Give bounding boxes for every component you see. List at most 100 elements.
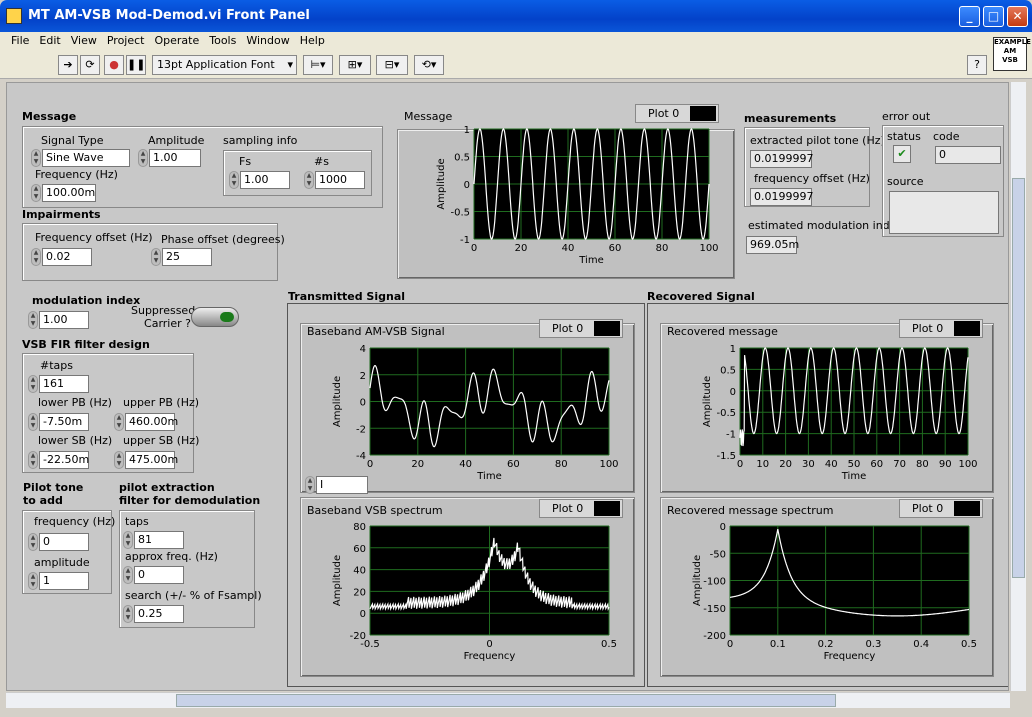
x-tick-label: 40	[562, 243, 575, 254]
menu-tools[interactable]: Tools	[204, 32, 241, 49]
y-tick-label: 0	[360, 609, 366, 620]
y-tick-label: 0	[464, 180, 470, 191]
horizontal-scrollbar[interactable]	[6, 692, 1010, 708]
y-tick-label: 1	[730, 344, 736, 355]
menu-file[interactable]: File	[6, 32, 34, 49]
x-tick-label: 10	[756, 459, 769, 470]
y-axis-label: Amplitude	[692, 555, 703, 606]
x-tick-label: 0	[737, 459, 743, 470]
front-panel: Message Signal Type ▲ ▼ Sine Wave Amplitu…	[6, 82, 1009, 691]
x-tick-label: 50	[848, 459, 861, 470]
run-arrow-icon[interactable]: ➔	[58, 55, 78, 75]
y-tick-label: 1	[464, 125, 470, 136]
menu-window[interactable]: Window	[241, 32, 294, 49]
x-tick-label: 70	[893, 459, 906, 470]
x-tick-label: 0	[486, 639, 492, 650]
chevron-down-icon: ▾	[287, 58, 293, 71]
maximize-button[interactable]: □	[983, 6, 1004, 27]
x-tick-label: 0	[727, 639, 733, 650]
y-axis-label: Amplitude	[332, 376, 343, 427]
y-tick-label: -1	[460, 235, 470, 246]
y-axis-label: Amplitude	[702, 376, 713, 427]
run-continuous-icon[interactable]: ⟳	[80, 55, 100, 75]
y-tick-label: -20	[350, 631, 366, 642]
y-tick-label: 0	[730, 387, 736, 398]
y-tick-label: -100	[703, 577, 726, 588]
x-tick-label: 60	[507, 459, 520, 470]
x-tick-label: 90	[939, 459, 952, 470]
x-tick-label: 100	[699, 243, 718, 254]
help-button[interactable]: ?	[967, 55, 987, 75]
x-tick-label: 0.4	[913, 639, 929, 650]
y-tick-label: -4	[356, 451, 366, 462]
pause-icon[interactable]: ❚❚	[126, 55, 146, 75]
y-tick-label: 0.5	[454, 153, 470, 164]
y-tick-label: 20	[353, 587, 366, 598]
y-tick-label: -50	[710, 549, 726, 560]
y-tick-label: -200	[703, 631, 726, 642]
y-tick-label: 0.5	[720, 365, 736, 376]
x-tick-label: 0.3	[865, 639, 881, 650]
menu-edit[interactable]: Edit	[34, 32, 65, 49]
title-bar: MT AM-VSB Mod-Demod.vi Front Panel _ □ ✕	[0, 0, 1032, 32]
resize-icon[interactable]: ⊟▾	[376, 55, 408, 75]
y-tick-label: 2	[360, 371, 366, 382]
x-tick-label: 20	[515, 243, 528, 254]
y-tick-label: 60	[353, 544, 366, 555]
y-tick-label: 4	[360, 344, 366, 355]
x-tick-label: 80	[555, 459, 568, 470]
y-axis-label: Amplitude	[436, 158, 447, 209]
menu-operate[interactable]: Operate	[149, 32, 204, 49]
window-title: MT AM-VSB Mod-Demod.vi Front Panel	[28, 8, 310, 23]
y-tick-label: 0	[720, 522, 726, 533]
y-tick-label: -2	[356, 424, 366, 435]
y-tick-label: 40	[353, 566, 366, 577]
vertical-scrollbar[interactable]	[1010, 82, 1026, 691]
toolbar: ➔ ⟳ ● ❚❚ 13pt Application Font ▾ ⊨▾ ⊞▾ ⊟▾…	[0, 37, 1032, 79]
x-tick-label: 60	[870, 459, 883, 470]
x-axis-label: Frequency	[464, 651, 516, 662]
y-tick-label: 80	[353, 522, 366, 533]
x-axis-label: Time	[476, 471, 501, 482]
x-tick-label: 0	[471, 243, 477, 254]
y-axis-label: Amplitude	[332, 555, 343, 606]
x-axis-label: Frequency	[824, 651, 876, 662]
x-tick-label: 80	[656, 243, 669, 254]
x-tick-label: 0.2	[818, 639, 834, 650]
x-tick-label: 30	[802, 459, 815, 470]
reorder-icon[interactable]: ⟲▾	[414, 55, 444, 75]
y-tick-label: -150	[703, 604, 726, 615]
x-tick-label: 20	[411, 459, 424, 470]
abort-icon[interactable]: ●	[104, 55, 124, 75]
menu-project[interactable]: Project	[102, 32, 150, 49]
y-tick-label: -0.5	[716, 408, 736, 419]
close-button[interactable]: ✕	[1007, 6, 1028, 27]
x-axis-label: Time	[841, 471, 866, 482]
x-tick-label: 80	[916, 459, 929, 470]
y-tick-label: -1	[726, 430, 736, 441]
font-select[interactable]: 13pt Application Font ▾	[152, 55, 297, 75]
vi-icon: EXAMPLE AM VSB	[993, 37, 1031, 71]
x-tick-label: 0.5	[961, 639, 977, 650]
x-tick-label: 100	[958, 459, 977, 470]
x-tick-label: 20	[779, 459, 792, 470]
labview-icon	[6, 8, 22, 24]
y-tick-label: -0.5	[450, 208, 470, 219]
minimize-button[interactable]: _	[959, 6, 980, 27]
x-tick-label: 40	[825, 459, 838, 470]
x-tick-label: 60	[609, 243, 622, 254]
menu-help[interactable]: Help	[295, 32, 330, 49]
plots-layer: 0 20 40 60 80 10010.50-0.5-1TimeAmplitude0 20 4…	[332, 125, 978, 662]
align-icon[interactable]: ⊨▾	[303, 55, 333, 75]
x-tick-label: 0	[367, 459, 373, 470]
x-tick-label: 0.5	[601, 639, 617, 650]
distribute-icon[interactable]: ⊞▾	[339, 55, 371, 75]
y-tick-label: -1.5	[716, 451, 736, 462]
x-tick-label: 100	[599, 459, 618, 470]
menu-view[interactable]: View	[66, 32, 102, 49]
x-tick-label: 0.1	[770, 639, 786, 650]
x-tick-label: 40	[459, 459, 472, 470]
x-axis-label: Time	[578, 255, 603, 266]
y-tick-label: 0	[360, 398, 366, 409]
menu-bar: File Edit View Project Operate Tools Window Hel…	[0, 32, 1032, 51]
